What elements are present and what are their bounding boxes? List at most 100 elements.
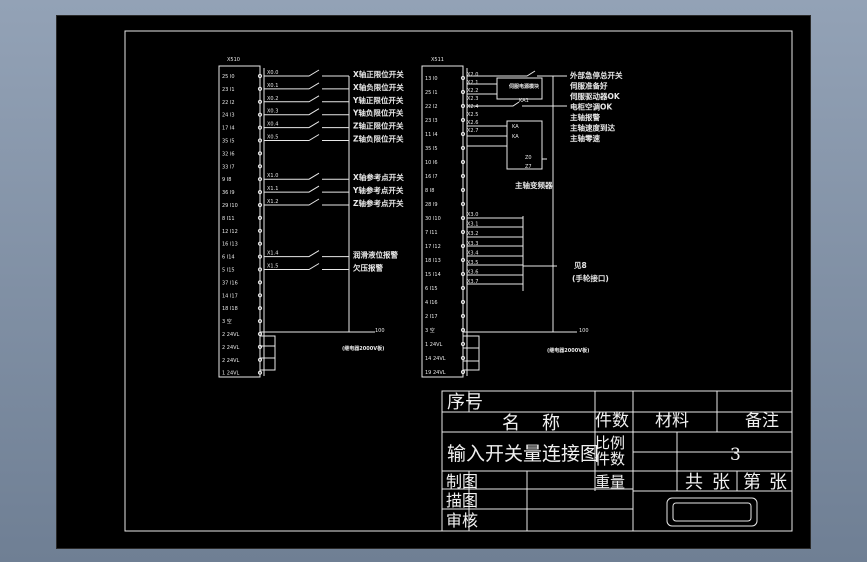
- terminal-pin-label: 29 I10: [222, 203, 238, 209]
- switch-function-label: Y轴参考点开关: [352, 185, 404, 195]
- right-terminal-block: X511 13 I0 25 I1 22 I2 23 I3 11 I4 35 I5 10 I6…: [421, 57, 623, 378]
- stamp-frame: [666, 497, 758, 527]
- terminal-pin-label: 19 24VL: [425, 370, 446, 376]
- row-weight: 重量: [595, 473, 625, 491]
- terminal-pin-label: 24 I3: [222, 113, 235, 119]
- terminal-pin-label: 13 I0: [425, 76, 438, 82]
- switch-function-label: X轴负限位开关: [353, 82, 404, 92]
- left-terminal-block: X510 25 I0 23 I1 22 I2 24 I3 17 I4 35 I5 32 I6…: [218, 57, 404, 378]
- wire-label: X2.0: [467, 72, 478, 78]
- right-block-header: X511: [431, 57, 444, 63]
- wire-label: X2.7: [467, 128, 478, 134]
- header-count: 件数: [595, 411, 629, 431]
- switch-function-label: Y轴正限位开关: [352, 95, 404, 105]
- terminal-pin-label: 15 I14: [425, 272, 441, 278]
- terminal-pin-label: 8 I11: [222, 216, 235, 222]
- converter-terminal: KA: [512, 124, 519, 130]
- header-seq: 序号: [447, 392, 483, 413]
- terminal-pin-label: 14 I17: [222, 293, 238, 299]
- wire-label: X0.4: [267, 122, 278, 128]
- terminal-pin-label: 17 I12: [425, 244, 441, 250]
- terminal-pin-label: 25 I0: [222, 74, 235, 80]
- handwheel-label-2: (手轮接口): [572, 273, 609, 283]
- terminal-pin-label: 25 I1: [425, 90, 438, 96]
- handwheel-bracket: [467, 216, 557, 291]
- terminal-pin-label: 6 I14: [222, 255, 235, 261]
- sheet-unit-label-2: 张: [769, 472, 787, 493]
- signal-function-label: 伺服驱动器OK: [569, 91, 621, 101]
- wire-label: X0.5: [267, 135, 278, 141]
- terminal-pin-label: 23 I3: [425, 118, 438, 124]
- header-material: 材料: [655, 411, 689, 431]
- wire-label: X1.4: [267, 251, 278, 257]
- terminal-pin-label: 36 I9: [222, 190, 235, 196]
- signal-function-label: 电柜空调OK: [570, 102, 613, 112]
- sheet-unit-label: 张: [712, 472, 730, 493]
- converter-terminal: KA: [512, 134, 519, 140]
- terminal-pin-label: 2 I17: [425, 314, 438, 320]
- switch-function-label: Z轴参考点开关: [353, 198, 404, 208]
- wire-label: X1.2: [267, 199, 278, 205]
- terminal-pin-label: 35 I5: [222, 139, 235, 145]
- signal-function-label: 主轴速度到达: [570, 123, 615, 133]
- handwheel-label-1: 见8: [574, 261, 587, 270]
- header-name: 名称: [502, 413, 582, 434]
- sheet-number: 3: [730, 445, 741, 465]
- terminal-pin-label: 33 I7: [222, 164, 235, 170]
- signal-function-label: 主轴零速: [570, 133, 600, 143]
- switch-function-label: X轴参考点开关: [353, 172, 404, 182]
- terminal-pin-label: 2 24VL: [222, 358, 240, 364]
- terminal-pin-label: 14 24VL: [425, 356, 446, 362]
- wire-label: X3.2: [467, 231, 478, 237]
- terminal-pin-label: 5 I15: [222, 268, 235, 274]
- sig-traced: 描图: [446, 491, 478, 510]
- terminal-pin-label: 16 I13: [222, 242, 238, 248]
- terminal-pin-label: 35 I5: [425, 146, 438, 152]
- left-caption: (继电器2000V板): [342, 345, 384, 352]
- terminal-pin-label: 37 I16: [222, 280, 238, 286]
- terminal-pin-label: 2 24VL: [222, 332, 240, 338]
- terminal-pin-label: 18 I13: [425, 258, 441, 264]
- terminal-pin-label: 12 I12: [222, 229, 238, 235]
- right-wire-number: 100: [579, 328, 589, 334]
- wire-label: X3.0: [467, 212, 478, 218]
- wire-label: X2.1: [467, 80, 478, 86]
- terminal-pin-label: 4 I16: [425, 300, 438, 306]
- right-bottom-links: [463, 335, 480, 371]
- wire-label: X1.5: [267, 264, 278, 270]
- terminal-pin-label: 28 I9: [425, 202, 438, 208]
- left-bottom-links: [260, 335, 276, 371]
- relay-label: 伺服电源模块: [508, 83, 540, 90]
- wire-label: X2.4: [467, 104, 478, 110]
- wire-label: X0.3: [267, 109, 278, 115]
- converter-terminal: Z0: [525, 155, 532, 161]
- drawing-title: 输入开关量连接图: [447, 443, 599, 465]
- wire-label: X2.5: [467, 112, 478, 118]
- drawing-sheet: X510 25 I0 23 I1 22 I2 24 I3 17 I4 35 I5 32 I6…: [56, 15, 811, 549]
- switch-function-label: 欠压报警: [353, 263, 383, 273]
- right-caption: (继电器2000V板): [547, 347, 589, 354]
- terminal-pin-label: 1 24VL: [425, 342, 443, 348]
- terminal-pin-label: 22 I2: [222, 100, 235, 106]
- sheet-total-label: 共: [685, 472, 703, 493]
- terminal-pin-label: 10 I6: [425, 160, 438, 166]
- wiring-diagram: X510 25 I0 23 I1 22 I2 24 I3 17 I4 35 I5 32 I6…: [124, 30, 793, 532]
- signal-function-label: 主轴报警: [570, 112, 600, 122]
- switch-function-label: Z轴正限位开关: [353, 121, 404, 131]
- terminal-pin-label: 22 I2: [425, 104, 438, 110]
- terminal-pin-label: 9 I8: [222, 177, 231, 183]
- left-block-header: X510: [227, 57, 240, 63]
- terminal-pin-label: 7 I11: [425, 230, 438, 236]
- terminal-pin-label: 3 空: [425, 327, 435, 334]
- terminal-pin-label: 6 I15: [425, 286, 438, 292]
- wire-label: X0.1: [267, 83, 278, 89]
- terminal-pin-label: 18 I18: [222, 306, 238, 312]
- title-block: 序号 名称 件数 材料 备注 输入开关量连接图 比例 件数 重量 3 共 张 第…: [441, 390, 793, 532]
- wire-label: X2.6: [467, 120, 478, 126]
- terminal-pin-label: 16 I7: [425, 174, 438, 180]
- terminal-pin-label: 23 I1: [222, 87, 235, 93]
- wire-label: X0.0: [267, 70, 278, 76]
- converter-label: 主轴变频器: [515, 180, 553, 190]
- wire-label: X2.2: [467, 88, 478, 94]
- wire-label: X2.3: [467, 96, 478, 102]
